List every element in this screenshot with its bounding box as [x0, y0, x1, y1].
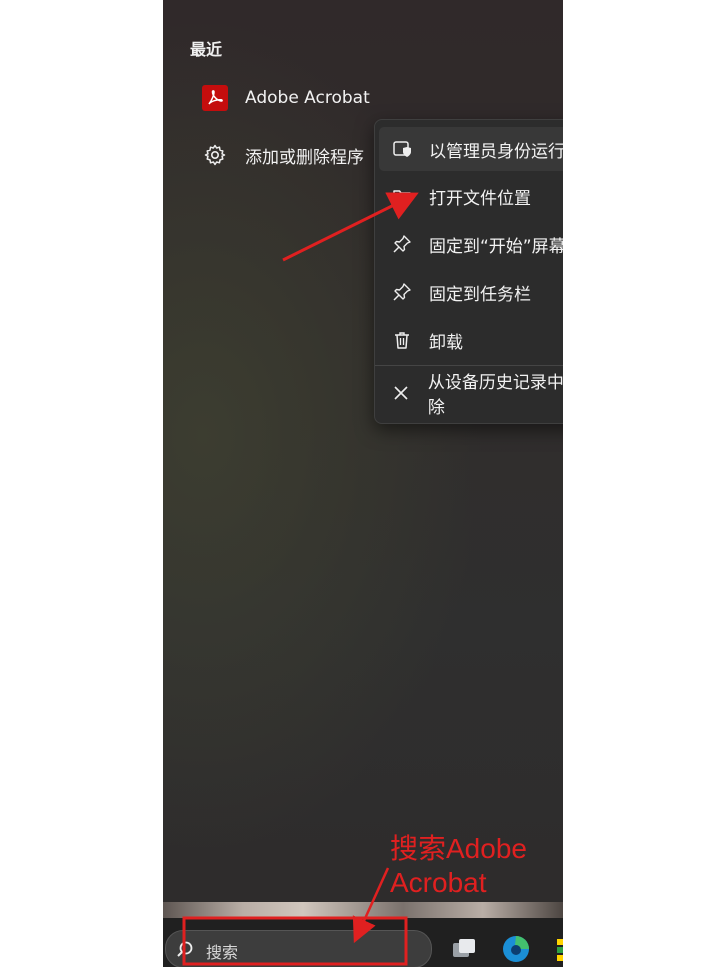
menu-item-pin-to-start[interactable]: 固定到“开始”屏幕: [379, 222, 563, 266]
search-placeholder: 搜索: [206, 943, 239, 962]
taskbar-search-box[interactable]: 搜索: [165, 930, 432, 967]
recent-item-add-remove-programs[interactable]: 添加或删除程序: [202, 138, 364, 172]
menu-item-label: 卸载: [429, 332, 463, 353]
start-menu-panel: 最近 Adobe Acrobat 添加或删除程序 以管理员身份运行 打开文件位置: [163, 0, 563, 967]
pin-icon: [391, 281, 413, 303]
app-taskbar-icon[interactable]: [557, 934, 563, 964]
menu-item-label: 从设备历史记录中删除: [427, 373, 563, 418]
annotation-label: 搜索Adobe Acrobat: [390, 832, 527, 900]
context-menu: 以管理员身份运行 打开文件位置 固定到“开始”屏幕 固定到任务栏 卸载 从设备历…: [374, 119, 563, 424]
annotation-line-2: Acrobat: [390, 867, 487, 898]
recent-item-label: 添加或删除程序: [245, 147, 364, 168]
menu-item-run-as-admin[interactable]: 以管理员身份运行: [379, 127, 563, 171]
menu-item-uninstall[interactable]: 卸载: [379, 318, 563, 362]
menu-item-label: 以管理员身份运行: [429, 141, 563, 162]
adobe-acrobat-icon: [202, 85, 228, 111]
recent-section-title: 最近: [190, 40, 223, 59]
shield-icon: [391, 138, 413, 160]
menu-item-open-file-location[interactable]: 打开文件位置: [379, 174, 563, 218]
trash-icon: [391, 329, 413, 351]
menu-item-label: 固定到任务栏: [429, 284, 531, 305]
annotation-line-1: 搜索Adobe: [390, 833, 527, 864]
desktop-wallpaper-strip: [163, 902, 563, 918]
pin-icon: [391, 233, 413, 255]
menu-item-pin-to-taskbar[interactable]: 固定到任务栏: [379, 270, 563, 314]
gear-icon: [202, 142, 228, 168]
recent-item-adobe-acrobat[interactable]: Adobe Acrobat: [202, 81, 370, 115]
task-view-icon[interactable]: [449, 934, 479, 964]
edge-browser-icon[interactable]: [501, 934, 531, 964]
recent-item-label: Adobe Acrobat: [245, 88, 370, 108]
menu-item-label: 打开文件位置: [429, 188, 531, 209]
menu-separator: [375, 365, 563, 366]
folder-icon: [391, 185, 413, 207]
close-icon: [391, 382, 412, 404]
menu-item-remove-from-history[interactable]: 从设备历史记录中删除: [379, 371, 563, 418]
search-icon: [176, 940, 194, 958]
menu-item-label: 固定到“开始”屏幕: [429, 236, 563, 257]
